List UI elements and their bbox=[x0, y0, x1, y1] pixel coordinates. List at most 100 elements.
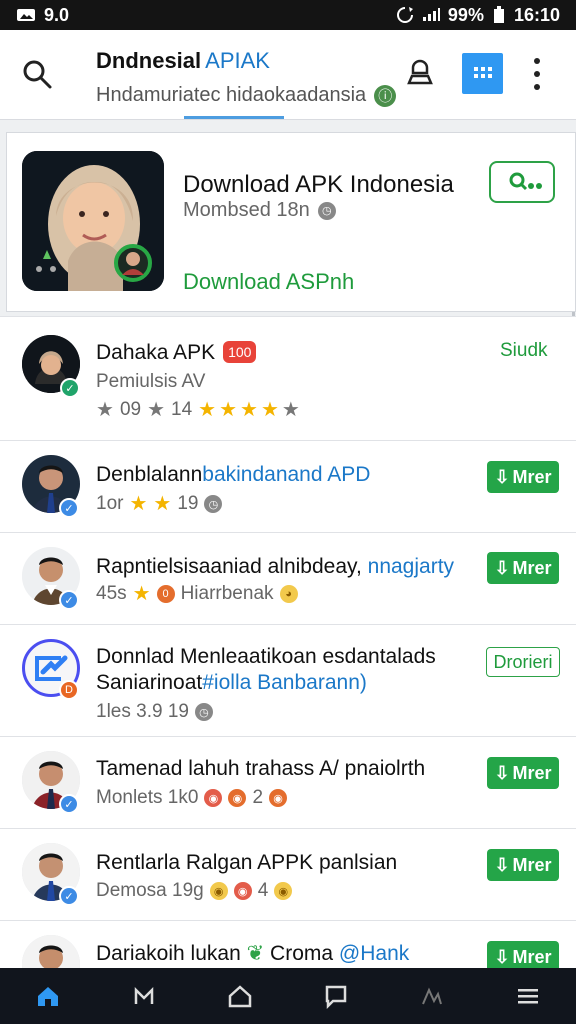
featured-title: Download APK Indonesia bbox=[183, 171, 454, 198]
app-title-text: Dndnesial bbox=[96, 48, 202, 73]
app-bar: Dndnesial APIAK Hndamuriatec hidaokaadans… bbox=[0, 30, 576, 120]
star-icon: ★ bbox=[281, 399, 300, 421]
menu-icon[interactable] bbox=[512, 980, 544, 1012]
install-button[interactable]: ⇩ Mrer bbox=[487, 941, 559, 968]
time: 16:10 bbox=[513, 4, 560, 25]
app-title-mid: Croma bbox=[270, 942, 334, 965]
list-item[interactable]: ✓ Rapntielsisaaniad alnibdeay, nnagjarty… bbox=[0, 532, 576, 624]
app-title-text: Rapntielsisaaniad alnibdeay, bbox=[96, 555, 362, 578]
activity-icon[interactable] bbox=[416, 980, 448, 1012]
install-button-label: Mrer bbox=[512, 946, 552, 967]
verified-icon: ✓ bbox=[59, 590, 79, 610]
app-subtitle: Monlets 1k0 ◉ ◉ 2 ◉ bbox=[96, 787, 288, 809]
battery-icon bbox=[492, 6, 506, 24]
download-icon: ⇩ bbox=[494, 946, 510, 967]
status-bar: 9.0 99% 16:10 bbox=[0, 0, 576, 30]
star-icon: ★ bbox=[96, 399, 114, 421]
app-title-second-text: Saniarinoat bbox=[96, 671, 203, 694]
verified-icon: ✓ bbox=[59, 498, 79, 518]
list-item[interactable]: ✓ Dahaka APK 100 Pemiulsis AV ★ 09 ★ 14 ★… bbox=[0, 316, 576, 440]
star-icon: ★ bbox=[219, 399, 238, 421]
app-title: Donnlad Menleaatikoan esdantalads bbox=[96, 645, 436, 668]
install-button[interactable]: ⇩ Mrer bbox=[487, 552, 559, 584]
app-title: Tamenad lahuh trahass A/ pnaiolrth bbox=[96, 757, 426, 780]
app-subtitle: Demosa 19g ◉ ◉ 4 ◉ bbox=[96, 880, 293, 902]
grid-icon bbox=[473, 66, 492, 78]
app-title-link[interactable]: bakindanand APD bbox=[202, 463, 370, 486]
featured-app-image bbox=[22, 151, 164, 291]
star-icon: ★ bbox=[198, 399, 217, 421]
install-button-label: Mrer bbox=[512, 762, 552, 783]
app-subtitle-text: 1or bbox=[96, 493, 124, 514]
verified-icon: ✓ bbox=[59, 794, 79, 814]
app-title-second-link[interactable]: #iolla Banbarann) bbox=[202, 671, 367, 694]
list-item[interactable]: D Donnlad Menleaatikoan esdantalads Sani… bbox=[0, 624, 576, 736]
download-button[interactable]: Drorieri bbox=[486, 647, 560, 677]
app-subtitle-text: Monlets 1k0 bbox=[96, 787, 199, 808]
app-title: Rapntielsisaaniad alnibdeay, nnagjarty bbox=[96, 555, 454, 579]
app-subtitle: 1les 3.9 19 ◷ bbox=[96, 701, 213, 723]
app-title-second: Saniarinoat#iolla Banbarann) bbox=[96, 671, 367, 695]
subtitle-text: Hndamuriatec hidaokaadansia bbox=[96, 84, 367, 106]
more-dot bbox=[534, 84, 540, 90]
download-icon: ⇩ bbox=[494, 557, 510, 578]
battery-percent: 99% bbox=[447, 4, 484, 25]
featured-download-link[interactable]: Download ASPnh bbox=[183, 269, 354, 295]
app-title: Dahaka APK 100 bbox=[96, 341, 257, 365]
install-icon bbox=[509, 172, 542, 191]
image-status-icon bbox=[16, 7, 36, 23]
featured-install-button[interactable] bbox=[489, 161, 555, 203]
more-dot bbox=[534, 58, 540, 64]
avatar bbox=[22, 935, 80, 968]
list-item[interactable]: ✓ Rentlarla Ralgan APPK panlsian Demosa … bbox=[0, 828, 576, 920]
star-icon: ★ bbox=[260, 399, 279, 421]
star-icon: ★ bbox=[147, 399, 166, 421]
emoji-icon: ◉ bbox=[209, 882, 228, 900]
emoji-icon: ◉ bbox=[228, 789, 247, 807]
rank-badge: 100 bbox=[223, 341, 257, 363]
install-button[interactable]: ⇩ Mrer bbox=[487, 757, 559, 789]
app-subtitle-count: 4 bbox=[257, 880, 269, 901]
more-options-icon[interactable] bbox=[527, 58, 547, 90]
sync-icon bbox=[396, 6, 414, 24]
back-icon[interactable] bbox=[128, 980, 160, 1012]
status-left: 9.0 bbox=[16, 5, 69, 26]
app-subtitle-count: 2 bbox=[252, 787, 264, 808]
search-icon[interactable] bbox=[21, 58, 53, 90]
list-item[interactable]: ✓ Tamenad lahuh trahass A/ pnaiolrth Mon… bbox=[0, 736, 576, 828]
app-subtitle-num: 19 bbox=[177, 493, 199, 514]
download-icon: ⇩ bbox=[494, 762, 510, 783]
app-subtitle-text: 45s bbox=[96, 583, 127, 604]
status-link[interactable]: Siudk bbox=[500, 340, 548, 362]
featured-app-card[interactable]: Download APK Indonesia Mombsed 18n ◷ Dow… bbox=[6, 132, 576, 312]
app-title-link[interactable]: nnagjarty bbox=[368, 555, 454, 578]
status-right: 99% 16:10 bbox=[396, 5, 560, 26]
active-tab-indicator bbox=[184, 116, 284, 119]
user-icon[interactable] bbox=[405, 58, 435, 88]
house-icon[interactable] bbox=[224, 980, 256, 1012]
verified-icon: ✓ bbox=[60, 378, 80, 398]
rating-text: 09 bbox=[119, 399, 142, 420]
install-button-label: Mrer bbox=[512, 557, 552, 578]
app-subtitle-text: 1les 3.9 19 bbox=[96, 701, 189, 722]
install-button[interactable]: ⇩ Mrer bbox=[487, 461, 559, 493]
star-icon: ★ bbox=[129, 493, 148, 515]
app-subtitle: 1or ★ ★ 19 ◷ bbox=[96, 493, 223, 515]
install-button[interactable]: ⇩ Mrer bbox=[487, 849, 559, 881]
app-title: Dndnesial APIAK bbox=[96, 48, 396, 74]
list-item[interactable]: ✓ Denblalannbakindanand APD 1or ★ ★ 19 ◷ ⇩ Mr… bbox=[0, 440, 576, 532]
list-item[interactable]: Dariakoih lukan ❦ Croma @Hank ⇩ Mrer bbox=[0, 920, 576, 968]
home-icon[interactable] bbox=[32, 980, 64, 1012]
chat-icon[interactable] bbox=[320, 980, 352, 1012]
emoji-icon: ◉ bbox=[269, 789, 288, 807]
coin-icon: 0 bbox=[156, 585, 175, 603]
info-badge-icon: ⓘ bbox=[374, 84, 397, 107]
content-list: Download APK Indonesia Mombsed 18n ◷ Dow… bbox=[0, 120, 576, 968]
grid-view-button[interactable] bbox=[462, 53, 503, 94]
status-left-text: 9.0 bbox=[44, 4, 70, 25]
rating-text-secondary: 14 bbox=[171, 399, 193, 420]
app-title: Denblalannbakindanand APD bbox=[96, 463, 370, 487]
featured-meta-text: Mombsed 18n bbox=[183, 199, 310, 221]
app-title-link[interactable]: @Hank bbox=[339, 942, 409, 965]
star-rating: ★ ★ ★ ★ ★ bbox=[198, 400, 300, 420]
